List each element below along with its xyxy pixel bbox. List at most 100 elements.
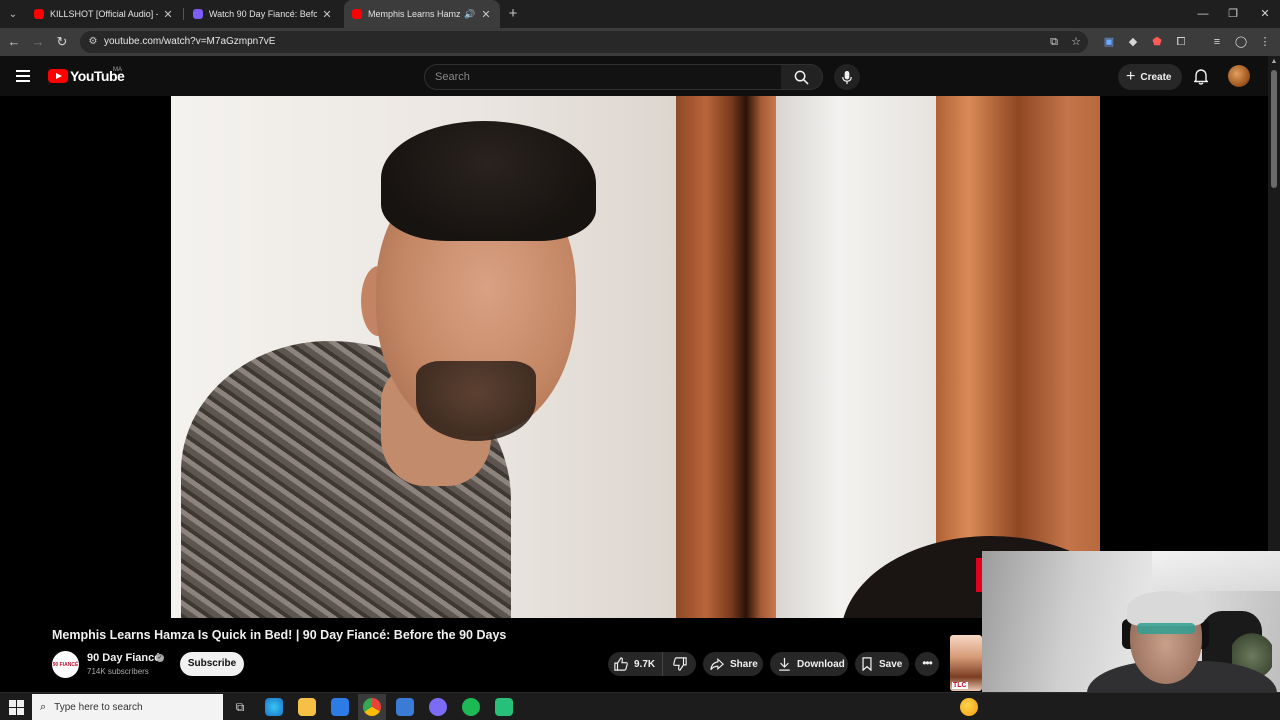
adblock-extension-icon[interactable]: ⬟: [1148, 33, 1166, 51]
country-code: MA: [113, 67, 122, 73]
restore-icon[interactable]: ❐: [1218, 0, 1248, 28]
new-tab-button[interactable]: +: [504, 5, 522, 23]
thumbs-up-icon: [614, 657, 628, 671]
like-button[interactable]: 9.7K: [608, 652, 663, 676]
save-button[interactable]: Save: [855, 652, 909, 676]
microsoft-store-icon[interactable]: [331, 698, 349, 716]
bookmark-icon: [862, 657, 872, 671]
scrollbar-thumb[interactable]: [1271, 70, 1277, 188]
reload-icon[interactable]: ↻: [52, 32, 72, 52]
like-count: 9.7K: [634, 658, 656, 670]
task-view-icon[interactable]: ⧉: [231, 698, 249, 716]
browser-tab-memphis[interactable]: Memphis Learns Hamza Is Q 🔊 ✕: [344, 0, 500, 28]
search-button[interactable]: [781, 64, 823, 90]
share-label: Share: [730, 658, 758, 670]
thumbs-down-icon: [672, 657, 687, 671]
windows-taskbar: ⌕ Type here to search ⧉: [0, 692, 1280, 720]
close-tab-icon[interactable]: ✕: [162, 8, 174, 21]
edge-browser-icon[interactable]: [265, 698, 283, 716]
chrome-browser-icon[interactable]: [363, 698, 381, 716]
video-frame-doorframe: [676, 96, 776, 618]
bell-icon: [1194, 69, 1208, 85]
browser-tab-strip: ⌄ KILLSHOT [Official Audio] - You ✕ Watc…: [0, 0, 1280, 28]
extension-icon[interactable]: ◆: [1124, 33, 1142, 51]
microphone-icon: [842, 70, 852, 84]
browser-menu-icon[interactable]: ⋮: [1256, 33, 1274, 51]
scroll-up-arrow-icon[interactable]: ▲: [1268, 58, 1280, 68]
forward-icon[interactable]: →: [28, 32, 48, 52]
translate-extension-icon[interactable]: ▣: [1100, 33, 1118, 51]
more-actions-button[interactable]: •••: [915, 652, 939, 676]
webcam-ceiling: [1152, 551, 1280, 591]
address-bar[interactable]: ⚙ youtube.com/watch?v=M7aGzmpn7vE: [80, 31, 1088, 53]
taskbar-search-input[interactable]: ⌕ Type here to search: [32, 694, 223, 720]
ad-brand-label: TLC: [952, 682, 968, 689]
notifications-button[interactable]: [1190, 66, 1212, 88]
create-button[interactable]: + Create: [1118, 64, 1182, 90]
close-window-icon[interactable]: ✕: [1250, 0, 1280, 28]
windows-start-icon[interactable]: [6, 697, 26, 717]
minimize-icon[interactable]: —: [1188, 0, 1218, 28]
speaker-icon[interactable]: 🔊: [464, 9, 476, 20]
profile-icon[interactable]: ◯: [1232, 33, 1250, 51]
tab-title: Watch 90 Day Fiancé: Before th: [209, 9, 317, 19]
obs-studio-icon[interactable]: [429, 698, 447, 716]
extensions-puzzle-icon[interactable]: ⧠: [1172, 33, 1190, 51]
install-app-icon[interactable]: ⧉: [1045, 33, 1063, 51]
share-button[interactable]: Share: [703, 652, 763, 676]
remote-desktop-icon[interactable]: [396, 698, 414, 716]
menu-icon[interactable]: [14, 68, 34, 84]
download-label: Download: [797, 658, 845, 670]
taskbar-search-placeholder: Type here to search: [54, 701, 143, 713]
voice-search-button[interactable]: [834, 64, 860, 90]
webcam-person-glasses: [1137, 623, 1195, 634]
tab-title: Memphis Learns Hamza Is Q: [368, 9, 460, 19]
youtube-favicon-icon: [34, 9, 44, 19]
back-icon[interactable]: ←: [4, 32, 24, 52]
youtube-play-icon: [48, 69, 68, 83]
spotify-icon[interactable]: [462, 698, 480, 716]
search-icon: [794, 70, 809, 85]
ad-thumbnail[interactable]: TLC: [950, 635, 982, 691]
video-frame-beard: [416, 361, 536, 441]
weather-icon[interactable]: [960, 698, 978, 716]
channel-avatar-text: 90 FIANCÉ: [52, 661, 79, 668]
video-frame-hair: [381, 121, 596, 241]
url-text[interactable]: youtube.com/watch?v=M7aGzmpn7vE: [104, 36, 275, 47]
video-title: Memphis Learns Hamza Is Quick in Bed! | …: [52, 628, 507, 642]
streaming-app-icon[interactable]: [495, 698, 513, 716]
save-label: Save: [879, 658, 903, 670]
channel-name[interactable]: 90 Day Fiancé: [87, 652, 160, 664]
tab-title: KILLSHOT [Official Audio] - You: [50, 9, 158, 19]
media-control-icon[interactable]: ≡: [1208, 33, 1226, 51]
close-tab-icon[interactable]: ✕: [480, 8, 492, 21]
tab-divider: [183, 8, 184, 20]
video-frame-door: [776, 96, 936, 618]
video-player[interactable]: [171, 96, 1100, 618]
create-label: Create: [1140, 71, 1172, 83]
dislike-button[interactable]: [663, 652, 696, 676]
subscriber-count: 714K subscribers: [87, 667, 149, 676]
verified-check-icon: ✓: [156, 654, 164, 662]
file-explorer-icon[interactable]: [298, 698, 316, 716]
download-button[interactable]: Download: [770, 652, 848, 676]
search-placeholder: Search: [435, 71, 470, 83]
account-avatar[interactable]: [1228, 65, 1250, 87]
search-icon: ⌕: [40, 700, 47, 713]
channel-avatar[interactable]: 90 FIANCÉ: [52, 651, 79, 678]
subscribe-button[interactable]: Subscribe: [180, 652, 244, 676]
browser-toolbar: ← → ↻ ⚙ youtube.com/watch?v=M7aGzmpn7vE …: [0, 28, 1280, 56]
tab-search-icon[interactable]: ⌄: [4, 5, 22, 23]
share-arrow-icon: [710, 657, 724, 670]
browser-tab-killshot[interactable]: KILLSHOT [Official Audio] - You ✕: [26, 0, 182, 28]
webcam-person-cap: [1127, 591, 1205, 626]
search-input[interactable]: Search: [424, 64, 782, 90]
download-icon: [779, 657, 790, 671]
site-info-icon[interactable]: ⚙: [86, 35, 100, 49]
browser-tab-90-day[interactable]: Watch 90 Day Fiancé: Before th ✕: [185, 0, 341, 28]
bookmark-star-icon[interactable]: ☆: [1067, 33, 1085, 51]
plus-icon: +: [1126, 68, 1136, 85]
close-tab-icon[interactable]: ✕: [321, 8, 333, 21]
like-dislike-group: 9.7K: [608, 652, 696, 676]
hbo-favicon-icon: [193, 9, 203, 19]
